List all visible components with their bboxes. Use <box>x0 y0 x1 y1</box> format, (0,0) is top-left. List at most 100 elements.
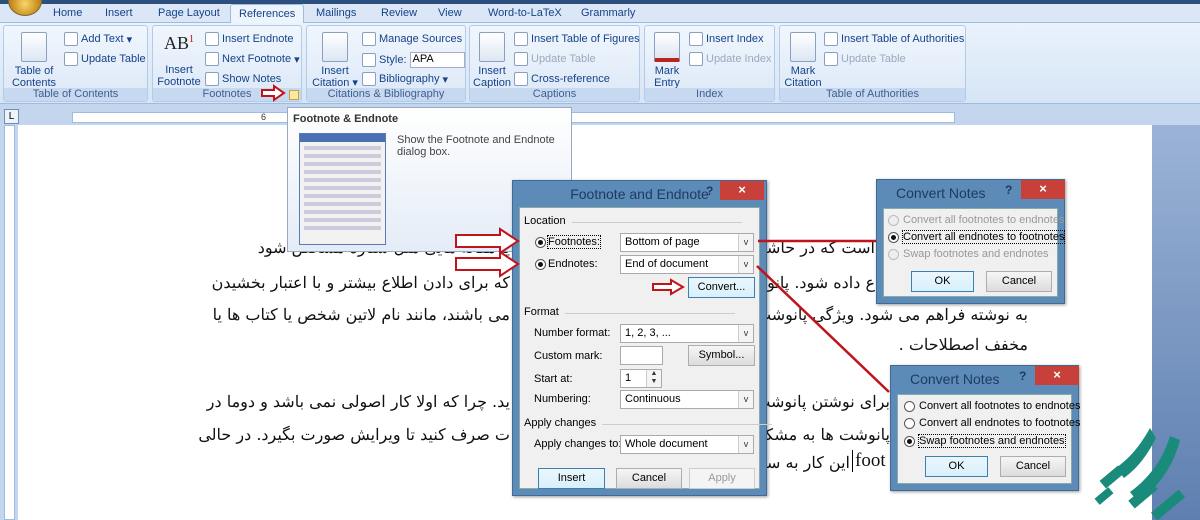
chevron-down-icon: v <box>738 325 753 342</box>
convert-endnotes-to-footnotes-radio[interactable] <box>904 418 915 429</box>
tab-page-layout[interactable]: Page Layout <box>158 7 220 19</box>
help-button[interactable]: ? <box>1019 369 1026 383</box>
convert-footnotes-to-endnotes-radio[interactable] <box>904 401 915 412</box>
convert-endnotes-to-footnotes-radio[interactable] <box>888 232 899 243</box>
tooltip-description: Show the Footnote and Endnote dialog box… <box>397 134 555 158</box>
show-notes-icon <box>205 72 219 86</box>
tab-mailings[interactable]: Mailings <box>316 7 356 19</box>
add-text-button[interactable]: Add Text ▾ <box>64 32 132 46</box>
group-label: Citations & Bibliography <box>307 88 465 101</box>
footnotes-label: Footnotes: <box>547 235 601 249</box>
apply-changes-section-label: Apply changes <box>524 417 773 429</box>
ab1-icon: AB1 <box>163 33 194 53</box>
mark-citation-button[interactable]: Mark Citation <box>782 32 824 89</box>
vertical-ruler[interactable] <box>4 125 15 520</box>
style-icon <box>362 53 376 67</box>
close-button[interactable]: × <box>720 181 764 200</box>
convert-notes-dialog: Convert Notes ? × Convert all footnotes … <box>876 179 1066 304</box>
paragraph-line: برای نوشتن پانوشت <box>755 392 890 411</box>
insert-footnote-button[interactable]: AB1 Insert Footnote <box>155 34 203 88</box>
help-button[interactable]: ? <box>1005 183 1012 197</box>
tab-home[interactable]: Home <box>53 7 82 19</box>
tooltip-title: Footnote & Endnote <box>293 113 399 125</box>
option-label: Swap footnotes and endnotes <box>918 434 1066 448</box>
group-index: Mark Entry Insert Index Update Index Ind… <box>644 25 775 102</box>
insert-index-button[interactable]: Insert Index <box>689 32 763 46</box>
citation-icon <box>322 32 348 62</box>
insert-caption-button[interactable]: Insert Caption <box>472 32 512 89</box>
format-section-label: Format <box>524 306 734 318</box>
update-table-button[interactable]: Update Table <box>64 52 146 66</box>
table-of-figures-icon <box>514 32 528 46</box>
chevron-down-icon: v <box>738 436 753 453</box>
paragraph-line: است که در حاشیه <box>753 238 875 257</box>
group-label: Captions <box>470 88 639 101</box>
insert-index-icon <box>689 32 703 46</box>
bibliography-button[interactable]: Bibliography ▾ <box>362 72 448 86</box>
tab-selector-button[interactable]: L <box>4 109 19 124</box>
cancel-button[interactable]: Cancel <box>1000 456 1066 477</box>
numbering-select[interactable]: Continuous v <box>620 390 754 409</box>
ruler-number: 6 <box>261 112 267 122</box>
update-table-button: Update Table <box>824 52 906 66</box>
spinner-value: 1 <box>625 372 632 384</box>
insert-button[interactable]: Insert <box>538 468 605 489</box>
insert-citation-button[interactable]: Insert Citation ▾ <box>311 32 359 89</box>
update-table-button: Update Table <box>514 52 596 66</box>
group-table-of-authorities: Mark Citation Insert Table of Authoritie… <box>779 25 966 102</box>
tab-grammarly[interactable]: Grammarly <box>581 7 635 19</box>
next-footnote-button[interactable]: Next Footnote ▾ <box>205 52 300 66</box>
spinner-arrows-icon[interactable]: ▲ ▼ <box>646 370 661 387</box>
footnotes-radio[interactable] <box>535 237 546 248</box>
ribbon: Table of Contents ▾ Add Text ▾ Update Ta… <box>0 23 1200 103</box>
start-at-label: Start at: <box>534 373 573 385</box>
apply-changes-to-select[interactable]: Whole document v <box>620 435 754 454</box>
cancel-button[interactable]: Cancel <box>616 468 682 489</box>
paragraph-line: به نوشته فراهم می شود. ویژگی پانوشت <box>756 305 1028 324</box>
ok-button[interactable]: OK <box>911 271 974 292</box>
manage-sources-button[interactable]: Manage Sources <box>362 32 462 46</box>
endnotes-radio[interactable] <box>535 259 546 270</box>
option-label: Swap footnotes and endnotes <box>903 248 1049 260</box>
tab-review[interactable]: Review <box>381 7 417 19</box>
show-notes-button[interactable]: Show Notes <box>205 72 281 86</box>
tab-insert[interactable]: Insert <box>105 7 133 19</box>
convert-button[interactable]: Convert... <box>688 277 755 298</box>
latin-text: foot <box>852 450 886 472</box>
endnotes-label: Endnotes: <box>548 258 598 270</box>
style-value[interactable]: APA <box>409 52 465 68</box>
insert-endnote-button[interactable]: Insert Endnote <box>205 32 294 46</box>
cross-reference-button[interactable]: Cross-reference <box>514 72 610 86</box>
symbol-button[interactable]: Symbol... <box>688 345 755 366</box>
tab-view[interactable]: View <box>438 7 462 19</box>
insert-table-of-figures-button[interactable]: Insert Table of Figures <box>514 32 640 46</box>
tab-word-to-latex[interactable]: Word-to-LaTeX <box>488 7 562 19</box>
chevron-down-icon: v <box>738 256 753 273</box>
close-button[interactable]: × <box>1035 366 1079 385</box>
mark-entry-button[interactable]: Mark Entry <box>647 32 687 89</box>
dialog-body: Location Footnotes: Bottom of page v Endn… <box>519 207 773 489</box>
footnotes-location-select[interactable]: Bottom of page v <box>620 233 754 252</box>
paragraph-line: می باشند، مانند نام لاتین شخص یا کتاب ها… <box>212 305 510 324</box>
cancel-button[interactable]: Cancel <box>986 271 1052 292</box>
document-icon <box>21 32 47 62</box>
number-format-label: Number format: <box>534 327 611 339</box>
close-button[interactable]: × <box>1021 180 1065 199</box>
tab-references[interactable]: References <box>230 4 305 24</box>
start-at-spinner[interactable]: 1 ▲ ▼ <box>620 369 662 388</box>
custom-mark-input[interactable] <box>620 346 663 365</box>
insert-table-of-authorities-button[interactable]: Insert Table of Authorities <box>824 32 964 46</box>
ok-button[interactable]: OK <box>925 456 988 477</box>
help-button[interactable]: ? <box>706 184 713 198</box>
mark-entry-icon <box>654 32 680 62</box>
style-selector[interactable]: Style: APA <box>362 52 465 68</box>
mark-citation-icon <box>790 32 816 62</box>
bibliography-icon <box>362 72 376 86</box>
paragraph-line: ید. چرا که اولا کار اصولی نمی باشد و دوم… <box>206 392 510 411</box>
number-format-select[interactable]: 1, 2, 3, ... v <box>620 324 754 343</box>
swap-notes-radio[interactable] <box>904 436 915 447</box>
dialog-launcher-icon[interactable] <box>289 90 299 100</box>
manage-sources-icon <box>362 32 376 46</box>
apply-changes-to-label: Apply changes to: <box>534 438 622 450</box>
endnotes-location-select[interactable]: End of document v <box>620 255 754 274</box>
